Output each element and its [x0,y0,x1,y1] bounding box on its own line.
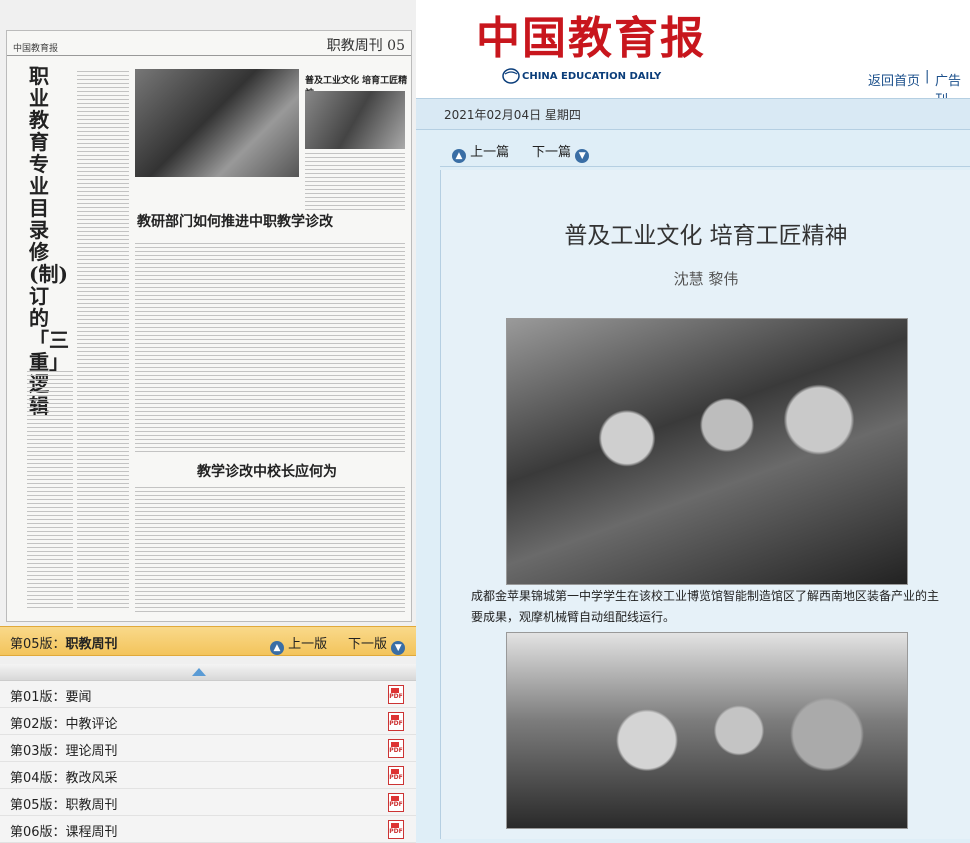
home-link[interactable]: 返回首页 [868,70,920,89]
edition-item[interactable]: 第03版：理论周刊 PDF [0,735,416,762]
article-title: 普及工业文化 培育工匠精神 [564,223,848,249]
prev-article-link[interactable]: ▲ 上一篇 [452,141,509,163]
pdf-icon[interactable]: PDF [388,712,404,731]
edition-list-toggle[interactable] [0,664,416,681]
edition-list: 第01版：要闻 PDF 第02版：中教评论 PDF 第03版：理论周刊 PDF … [0,681,416,843]
issue-date: 2021年02月04日 星期四 [444,108,581,122]
edition-item[interactable]: 第04版：教改风采 PDF [0,762,416,789]
paper-logo: 中国教育报 [13,44,59,54]
paper-photo-main[interactable] [135,69,299,177]
edition-item[interactable]: 第02版：中教评论 PDF [0,708,416,735]
site-logo[interactable]: 中国教育报 [476,2,706,66]
paper-vertical-headline[interactable]: 职业教育专业目录修(制)订的「三重」逻辑 [29,65,69,417]
current-edition-label: 第05版：职教周刊 [10,637,118,652]
arrow-up-icon: ▲ [452,149,466,163]
site-logo-english: CHINA EDUCATION DAILY [522,71,662,82]
current-edition-name: 职教周刊 [65,637,118,652]
pdf-icon[interactable]: PDF [388,766,404,785]
arrow-up-icon: ▲ [270,641,284,655]
next-edition-link[interactable]: 下一版 ▼ [348,633,406,655]
right-panel: 中国教育报 CHINA EDUCATION DAILY 返回首页 | 广告刊 2… [416,0,970,839]
prev-edition-link[interactable]: ▲ 上一版 [270,633,327,655]
date-bar: 2021年02月04日 星期四 [416,98,970,130]
paper-masthead-strip: 中国教育报 职教周刊 05 [7,31,411,56]
article-photo-secondary [506,632,908,829]
edition-item[interactable]: 第05版：职教周刊 PDF [0,789,416,816]
pdf-icon[interactable]: PDF [388,685,404,704]
article-photo-main [506,318,908,585]
left-panel: 中国教育报 职教周刊 05 职业教育专业目录修(制)订的「三重」逻辑 普及工业文… [0,0,416,843]
article-authors: 沈慧 黎伟 [673,270,739,288]
article-photo-caption: 成都金苹果锦城第一中学学生在该校工业博览馆智能制造馆区了解西南地区装备产业的主要… [471,589,940,624]
arrow-down-icon: ▼ [575,149,590,163]
collapse-triangle-icon [192,668,206,676]
edition-item[interactable]: 第01版：要闻 PDF [0,681,416,708]
paper-section-label: 职教周刊 05 [326,38,405,54]
arrow-down-icon: ▼ [391,641,406,655]
article-body: 普及工业文化 培育工匠精神 沈慧 黎伟 成都金苹果锦城第一中学学生在该校工业博览… [440,170,970,839]
paper-headline-bottom[interactable]: 教学诊改中校长应何为 [197,461,337,481]
globe-logo-icon [502,68,520,84]
newspaper-page-image[interactable]: 中国教育报 职教周刊 05 职业教育专业目录修(制)订的「三重」逻辑 普及工业文… [6,30,412,622]
paper-photo-small[interactable] [305,91,405,149]
article-nav: ▲ 上一篇 下一篇 ▼ [440,138,970,167]
current-edition-bar: 第05版：职教周刊 ▲ 上一版 下一版 ▼ [0,626,416,656]
site-header: 中国教育报 CHINA EDUCATION DAILY 返回首页 | 广告刊 [416,0,970,108]
paper-headline-middle[interactable]: 教研部门如何推进中职教学诊改 [137,211,333,231]
pdf-icon[interactable]: PDF [388,793,404,812]
next-article-link[interactable]: 下一篇 ▼ [532,141,590,163]
pdf-icon[interactable]: PDF [388,820,404,839]
pdf-icon[interactable]: PDF [388,739,404,758]
header-separator: | [925,69,930,84]
